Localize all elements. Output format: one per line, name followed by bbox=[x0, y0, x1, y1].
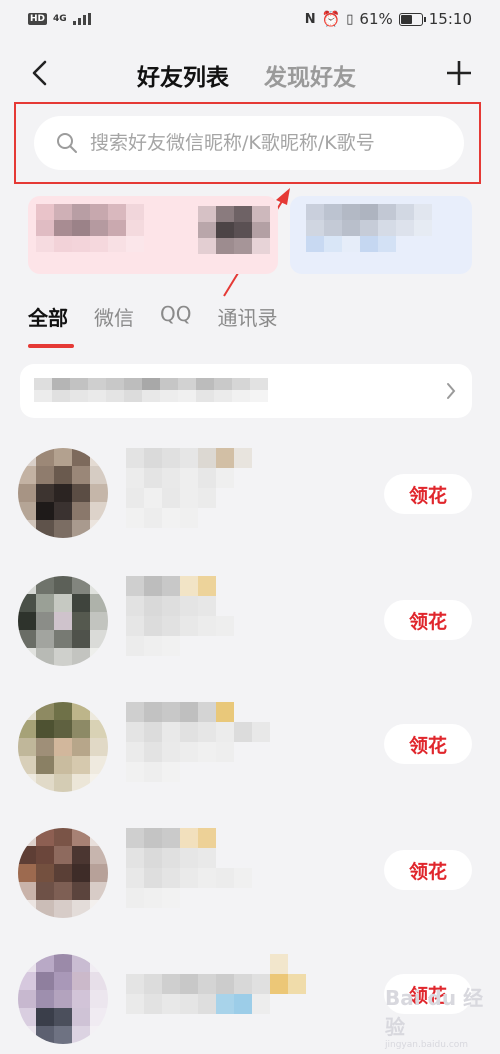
invite-banner-row[interactable] bbox=[20, 364, 472, 418]
blurred-friend-name bbox=[126, 954, 324, 1014]
claim-flower-button[interactable]: 领花 bbox=[384, 724, 472, 764]
filter-tab-wechat[interactable]: 微信 bbox=[94, 302, 134, 331]
recommend-card-pink[interactable] bbox=[28, 196, 278, 274]
blurred-friend-name bbox=[126, 576, 252, 656]
friend-row[interactable]: 领花 bbox=[0, 576, 500, 676]
baidu-watermark: Bai du 经验 jingyan.baidu.com bbox=[385, 982, 485, 1050]
blurred-avatar bbox=[198, 206, 270, 254]
avatar[interactable] bbox=[18, 702, 108, 792]
blurred-friend-name bbox=[126, 702, 270, 782]
friend-row[interactable]: 领花 bbox=[0, 702, 500, 802]
friend-row[interactable]: 领花 bbox=[0, 448, 500, 548]
tab-indicator bbox=[28, 344, 74, 348]
avatar[interactable] bbox=[18, 954, 108, 1044]
filter-tab-qq[interactable]: QQ bbox=[160, 302, 191, 331]
watermark-url: jingyan.baidu.com bbox=[385, 1040, 469, 1050]
blurred-content bbox=[36, 204, 144, 252]
recommend-card-blue[interactable] bbox=[290, 196, 472, 274]
filter-tab-contacts[interactable]: 通讯录 bbox=[217, 302, 277, 331]
blurred-content bbox=[306, 204, 432, 252]
chevron-right-icon bbox=[447, 383, 456, 399]
claim-flower-button[interactable]: 领花 bbox=[384, 474, 472, 514]
blurred-friend-name bbox=[126, 828, 252, 908]
watermark-brand: Bai du 经验 bbox=[385, 986, 484, 1039]
blurred-friend-name bbox=[126, 448, 252, 528]
claim-flower-button[interactable]: 领花 bbox=[384, 600, 472, 640]
filter-tabs: 全部 微信 QQ 通讯录 bbox=[28, 302, 303, 331]
claim-flower-button[interactable]: 领花 bbox=[384, 850, 472, 890]
avatar[interactable] bbox=[18, 828, 108, 918]
avatar[interactable] bbox=[18, 576, 108, 666]
blurred-content bbox=[34, 378, 268, 402]
avatar[interactable] bbox=[18, 448, 108, 538]
friend-row[interactable]: 领花 bbox=[0, 828, 500, 928]
filter-tab-all[interactable]: 全部 bbox=[28, 302, 68, 331]
